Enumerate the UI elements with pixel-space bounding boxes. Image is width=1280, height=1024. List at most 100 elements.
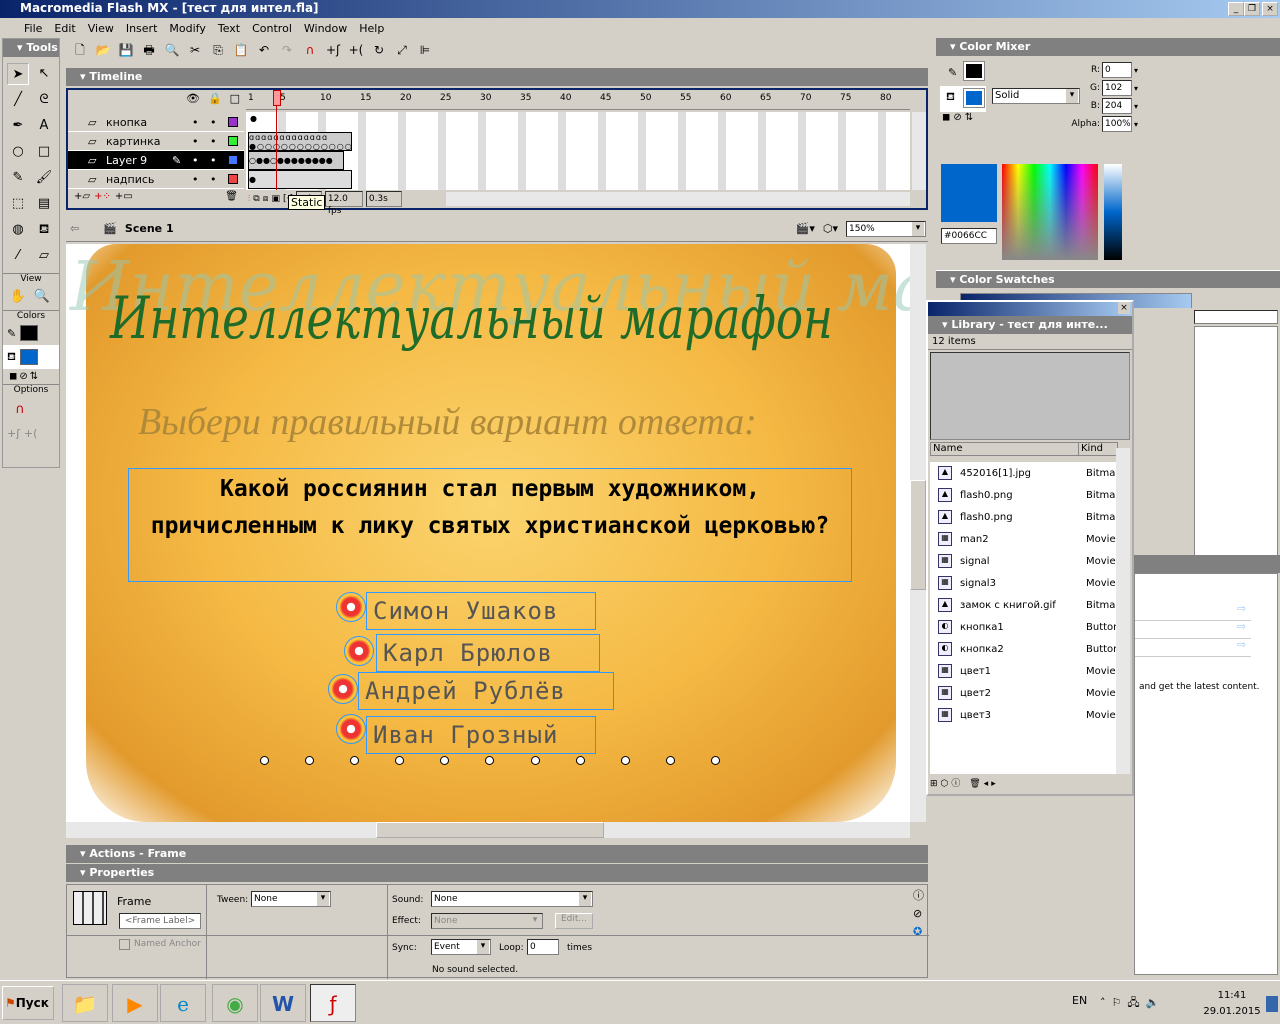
redo-icon[interactable]: ↷ — [277, 40, 297, 60]
help-icon[interactable]: ⓘ — [913, 887, 924, 905]
answer-button-4[interactable] — [336, 714, 366, 744]
library-item[interactable]: ▦ цвет3 Movie — [930, 704, 1116, 726]
show-desktop-button[interactable] — [1266, 996, 1278, 1012]
layer-row[interactable]: ▱ Layer 9 ✎ • • — [68, 151, 244, 170]
eye-icon[interactable]: 👁 — [186, 92, 208, 105]
link-icon[interactable]: ⇨ — [1237, 602, 1246, 615]
add-guide-layer-icon[interactable]: +⁘ — [94, 191, 111, 207]
visibility-dot[interactable]: • — [192, 151, 199, 170]
color-swatches-header[interactable]: Color Swatches — [936, 270, 1280, 288]
stage-vscrollbar[interactable] — [910, 244, 926, 822]
visibility-dot[interactable]: • — [192, 113, 199, 132]
menu-file[interactable]: File — [20, 22, 50, 35]
visibility-dot[interactable]: • — [192, 132, 199, 151]
frames-nadpis[interactable]: ● — [248, 170, 352, 189]
alpha-input[interactable]: 100% — [1102, 116, 1132, 132]
zoom-select[interactable]: 150% — [846, 220, 926, 237]
flag-icon[interactable]: ⚐ — [1112, 996, 1128, 1009]
menu-modify[interactable]: Modify — [165, 22, 213, 35]
swap-colors-icon[interactable]: ⇅ — [965, 112, 976, 123]
back-arrow-icon[interactable]: ⇦ — [70, 222, 79, 235]
line-tool-icon[interactable]: ╱ — [7, 89, 29, 111]
snap-magnet-icon[interactable]: ∩ — [9, 399, 31, 421]
sound-select[interactable]: None — [431, 891, 593, 907]
library-item[interactable]: ▲ flash0.png Bitmap — [930, 506, 1116, 528]
menu-text[interactable]: Text — [214, 22, 248, 35]
onion-skin-icon[interactable]: ⧉ — [253, 194, 259, 204]
menu-view[interactable]: View — [84, 22, 122, 35]
text-tool-icon[interactable]: A — [33, 115, 55, 137]
rotate-icon[interactable]: ↻ — [369, 40, 389, 60]
chrome-taskbar-icon[interactable]: ◉ — [212, 984, 258, 1022]
edit-multiple-icon[interactable]: ▣ — [271, 194, 280, 204]
r-input[interactable]: 0 — [1102, 62, 1132, 78]
insert-layer-icon[interactable]: +▱ — [74, 191, 90, 207]
insert-folder-icon[interactable]: +▭ — [115, 191, 133, 207]
frames-knopka[interactable]: ● — [250, 114, 257, 123]
close-button[interactable]: × — [1262, 2, 1278, 16]
answer-button-1[interactable] — [336, 592, 366, 622]
answers-panel-header[interactable] — [1134, 555, 1280, 573]
stroke-color-swatch[interactable] — [963, 61, 985, 81]
flash-taskbar-icon[interactable]: ƒ — [310, 984, 356, 1022]
save-icon[interactable]: 💾 — [116, 40, 136, 60]
pencil-tool-icon[interactable]: ✎ — [7, 167, 29, 189]
default-colors-icon[interactable]: ◼ — [9, 371, 17, 382]
menu-edit[interactable]: Edit — [50, 22, 83, 35]
new-file-icon[interactable]: 🗋 — [70, 40, 90, 60]
layer-row[interactable]: ▱ картинка • • — [68, 132, 244, 151]
library-title[interactable]: Library - тест для инте... — [928, 316, 1132, 334]
frame-rate[interactable]: 12.0 fps — [324, 191, 363, 216]
sync-select[interactable]: Event — [431, 939, 491, 955]
tween-select[interactable]: None — [251, 891, 331, 907]
edit-symbol-icon[interactable]: ⬡▾ — [823, 222, 838, 235]
menu-insert[interactable]: Insert — [122, 22, 166, 35]
fill-color-button[interactable] — [20, 349, 38, 365]
eyedropper-icon[interactable]: ⁄ — [7, 245, 29, 267]
start-button[interactable]: ⚑Пуск — [2, 986, 54, 1020]
library-item[interactable]: ▲ flash0.png Bitmap — [930, 484, 1116, 506]
volume-icon[interactable]: 🔈 — [1146, 996, 1166, 1009]
frames-layer9[interactable]: ○●●○●●●●●●●● — [248, 151, 344, 170]
accessibility-icon[interactable]: ✪ — [913, 923, 924, 941]
straighten-icon[interactable]: +( — [24, 427, 38, 440]
lock-dot[interactable]: • — [210, 113, 217, 132]
zoom-tool-icon[interactable]: 🔍 — [31, 286, 53, 308]
layer-row[interactable]: ▱ надпись • • — [68, 170, 244, 189]
components-select[interactable] — [1194, 310, 1278, 324]
color-spectrum[interactable] — [1002, 164, 1098, 260]
fill-transform-tool-icon[interactable]: ▤ — [33, 193, 55, 215]
delete-layer-icon[interactable]: 🗑 — [225, 191, 238, 207]
answer-3[interactable]: Андрей Рублёв — [358, 672, 614, 710]
fill-color-swatch[interactable] — [963, 88, 985, 108]
paint-bucket-icon[interactable]: ⛾ — [33, 219, 55, 241]
library-item[interactable]: ▦ signal Movie — [930, 550, 1116, 572]
smooth-icon[interactable]: +ʃ — [7, 427, 20, 440]
link-icon[interactable]: ⇨ — [1237, 638, 1246, 651]
snap-icon[interactable]: ∩ — [300, 40, 320, 60]
question-text[interactable]: Какой россиянин стал первым художником, … — [128, 468, 852, 582]
open-file-icon[interactable]: 📂 — [93, 40, 113, 60]
library-vscrollbar[interactable] — [1116, 448, 1130, 774]
scale-icon[interactable]: ⤢ — [392, 40, 412, 60]
clock[interactable]: 11:41 29.01.2015 — [1200, 988, 1264, 1020]
library-item[interactable]: ▦ signal3 Movie — [930, 572, 1116, 594]
frames-kartinka[interactable]: ɑɑɑɑɑɑɑɑɑɑɑɑɑ ●○○○○○○○○○○○○ — [248, 132, 352, 151]
outline-color-swatch[interactable] — [228, 136, 238, 146]
ink-bottle-icon[interactable]: ◍ — [7, 219, 29, 241]
media-player-taskbar-icon[interactable]: ▶ — [112, 984, 158, 1022]
library-item[interactable]: ▲ 452016[1].jpg Bitmap — [930, 462, 1116, 484]
show-hidden-icon[interactable]: ˄ — [1100, 996, 1112, 1009]
library-buttons[interactable]: ⊞⬡ⓘ 🗑◂▸ — [930, 776, 999, 789]
b-input[interactable]: 204 — [1102, 98, 1132, 114]
col-kind[interactable]: Kind — [1079, 443, 1103, 455]
library-item[interactable]: ▦ цвет2 Movie — [930, 682, 1116, 704]
lock-dot[interactable]: • — [210, 170, 217, 189]
outline-color-swatch[interactable] — [228, 117, 238, 127]
straighten-icon[interactable]: +( — [346, 40, 366, 60]
edit-scene-icon[interactable]: 🎬▾ — [796, 222, 815, 235]
slider-arrows[interactable]: ▾ ▾ ▾ ▾ — [1134, 62, 1144, 132]
stroke-color-button[interactable] — [20, 325, 39, 341]
menu-help[interactable]: Help — [355, 22, 392, 35]
timeline-header[interactable]: Timeline — [66, 68, 928, 86]
